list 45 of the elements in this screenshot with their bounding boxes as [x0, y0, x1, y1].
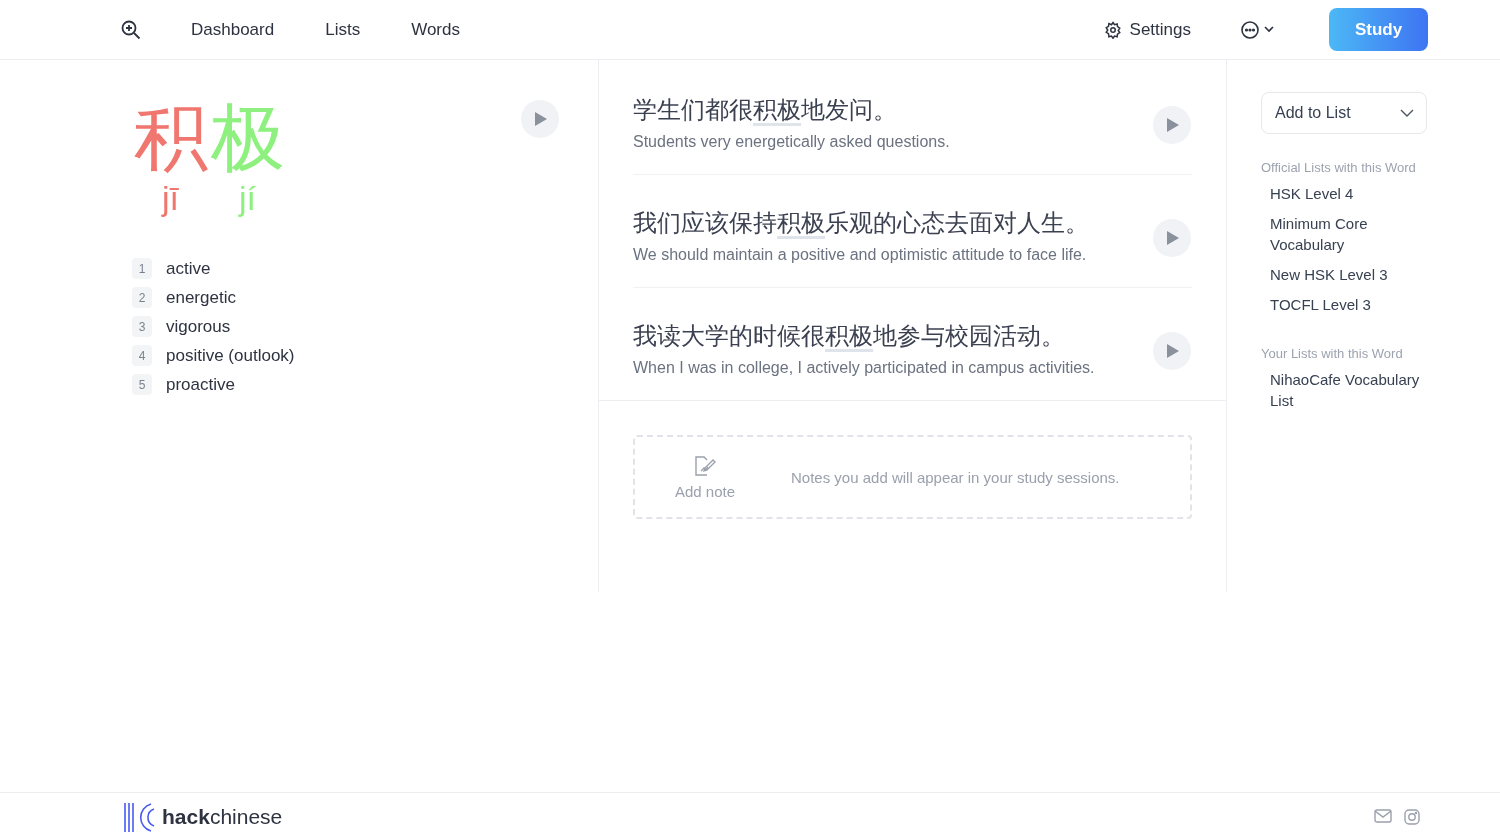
zoom-in-icon[interactable]	[121, 19, 141, 40]
play-button[interactable]	[1152, 330, 1192, 371]
sentence-translation: When I was in college, I actively participated in campus activities.	[633, 358, 1096, 378]
list-link[interactable]: HSK Level 4	[1270, 183, 1428, 213]
nav-link[interactable]: Lists	[325, 19, 361, 40]
list-link[interactable]: New HSK Level 3	[1270, 264, 1428, 294]
list-link[interactable]: Minimum Core Vocabulary	[1270, 213, 1428, 264]
logo-text: hackchinese	[162, 804, 283, 829]
list-link[interactable]: TOCFL Level 3	[1270, 294, 1428, 324]
chinese-sentence: 我们应该保持积极乐观的心态去面对人生。	[633, 208, 1122, 238]
chinese-character: 极	[210, 96, 285, 178]
logo-icon	[123, 800, 155, 833]
play-button[interactable]	[1152, 104, 1192, 145]
instagram-icon[interactable]	[1404, 808, 1420, 825]
list-link[interactable]: NihaoCafe Vocabulary List	[1270, 369, 1428, 420]
settings-link[interactable]: Settings	[1103, 19, 1191, 40]
sentence-translation: Students very energetically asked questions.	[633, 132, 951, 152]
play-button[interactable]	[1152, 217, 1192, 258]
pinyin: jī	[162, 178, 179, 218]
definition-number: 3	[132, 316, 152, 337]
definition-text: active	[166, 258, 211, 279]
section-heading: Your Lists with this Word	[1261, 346, 1404, 361]
definition-text: energetic	[166, 287, 236, 308]
definition-text: proactive	[166, 374, 235, 395]
chinese-sentence: 学生们都很积极地发问。	[633, 95, 1122, 125]
section-heading: Official Lists with this Word	[1261, 160, 1417, 175]
nav-link[interactable]: Words	[411, 19, 460, 40]
chevron-down-icon	[1400, 109, 1414, 117]
pinyin: jí	[239, 178, 256, 218]
note-edit-icon	[693, 454, 717, 477]
definition-number: 4	[132, 345, 152, 366]
play-button[interactable]	[520, 99, 560, 139]
notes-hint: Notes you add will appear in your study sessions.	[791, 468, 1120, 486]
definition-text: vigorous	[166, 316, 231, 337]
nav-link[interactable]: Dashboard	[191, 19, 275, 40]
mail-icon[interactable]	[1374, 808, 1392, 823]
definition-text: positive (outlook)	[166, 345, 295, 366]
add-to-list-dropdown[interactable]: Add to List	[1261, 92, 1427, 134]
definition-number: 1	[132, 258, 152, 279]
chinese-sentence: 我读大学的时候很积极地参与校园活动。	[633, 321, 1122, 351]
sentence-translation: We should maintain a positive and optimistic attitude to face life.	[633, 245, 1088, 265]
definition-number: 5	[132, 374, 152, 395]
settings-icon	[1103, 20, 1122, 39]
definition-number: 2	[132, 287, 152, 308]
chinese-character: 积	[133, 96, 208, 178]
